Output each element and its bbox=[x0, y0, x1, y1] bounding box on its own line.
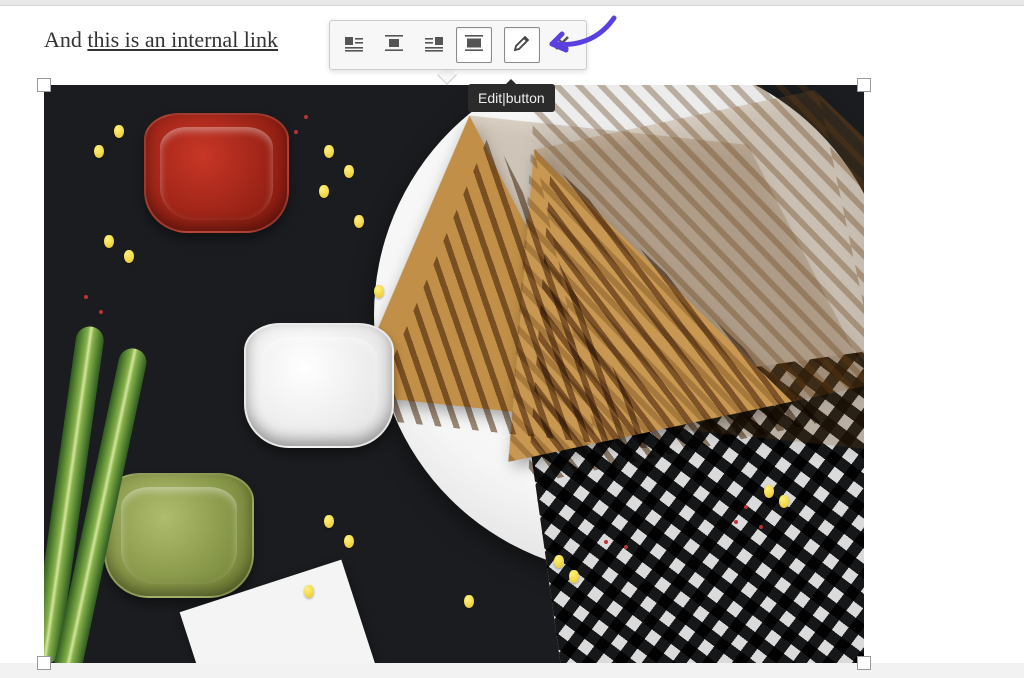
align-none-button[interactable] bbox=[456, 27, 492, 63]
align-left-button[interactable] bbox=[336, 27, 372, 63]
resize-handle-top-right[interactable] bbox=[857, 78, 871, 92]
resize-handle-bottom-left[interactable] bbox=[37, 656, 51, 670]
align-right-button[interactable] bbox=[416, 27, 452, 63]
align-none-icon bbox=[464, 33, 484, 58]
image-content bbox=[44, 85, 864, 663]
align-center-button[interactable] bbox=[376, 27, 412, 63]
align-center-icon bbox=[384, 33, 404, 58]
edit-button[interactable] bbox=[504, 27, 540, 63]
pencil-icon bbox=[512, 33, 532, 58]
text-before: And bbox=[44, 27, 87, 52]
editor-canvas[interactable]: And this is an internal link to the abou… bbox=[0, 6, 1024, 663]
annotation-arrow bbox=[546, 14, 618, 63]
align-left-icon bbox=[344, 33, 364, 58]
resize-handle-top-left[interactable] bbox=[37, 78, 51, 92]
edit-tooltip: Edit|button bbox=[468, 84, 555, 112]
align-right-icon bbox=[424, 33, 444, 58]
selected-image[interactable] bbox=[44, 85, 864, 663]
resize-handle-bottom-right[interactable] bbox=[857, 656, 871, 670]
internal-link[interactable]: this is an internal link bbox=[87, 27, 278, 52]
